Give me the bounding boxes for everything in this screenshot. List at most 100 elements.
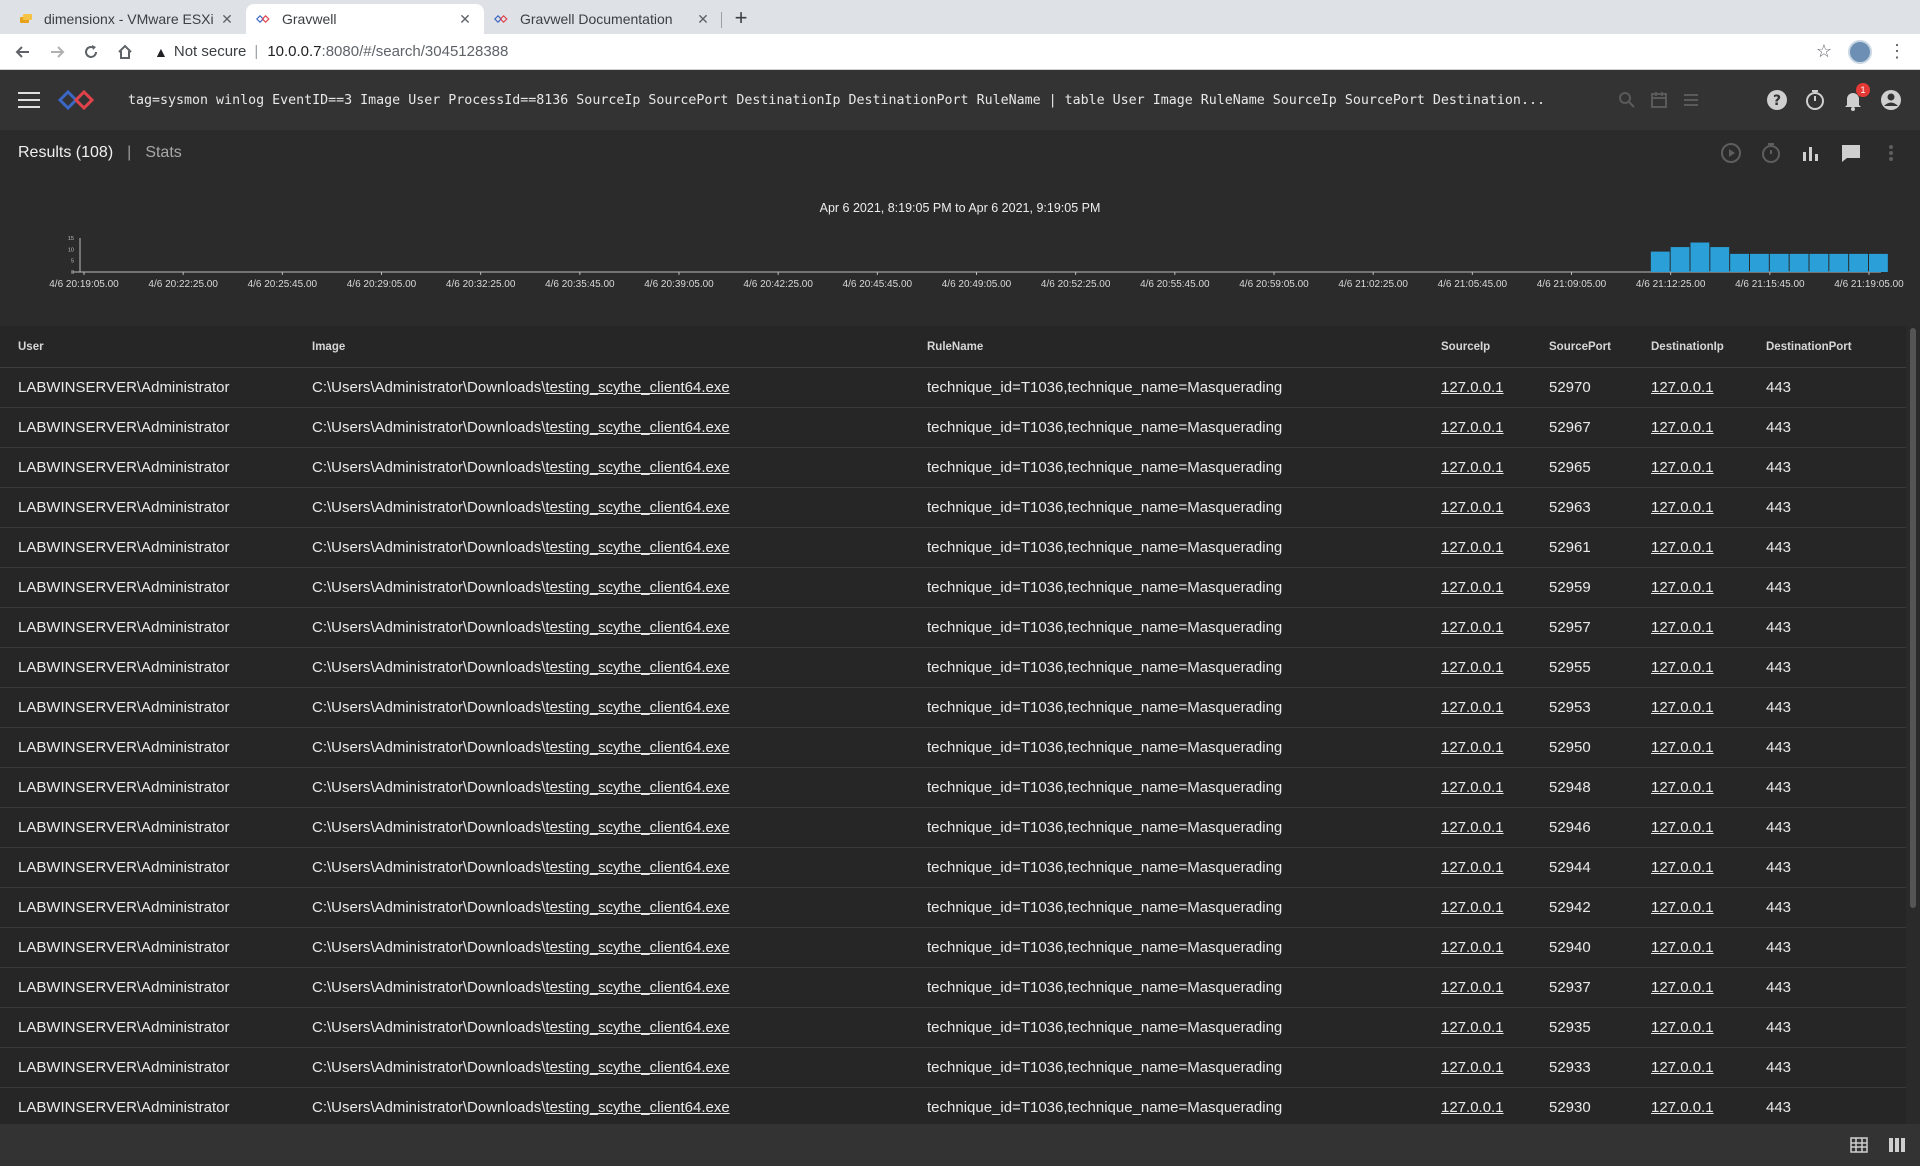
destinationip-link[interactable]: 127.0.0.1 [1651,619,1714,636]
table-row[interactable]: LABWINSERVER\Administrator C:\Users\Admin… [0,728,1906,768]
destinationip-link[interactable]: 127.0.0.1 [1651,699,1714,716]
destinationip-link[interactable]: 127.0.0.1 [1651,579,1714,596]
image-file-link[interactable]: testing_scythe_client64.exe [545,979,729,996]
column-header-sourceip[interactable]: SourceIp [1441,341,1549,353]
sourceip-link[interactable]: 127.0.0.1 [1441,539,1504,556]
sourceip-link[interactable]: 127.0.0.1 [1441,979,1504,996]
table-row[interactable]: LABWINSERVER\Administrator C:\Users\Admin… [0,488,1906,528]
table-row[interactable]: LABWINSERVER\Administrator C:\Users\Admin… [0,968,1906,1008]
sourceip-link[interactable]: 127.0.0.1 [1441,699,1504,716]
destinationip-link[interactable]: 127.0.0.1 [1651,499,1714,516]
table-row[interactable]: LABWINSERVER\Administrator C:\Users\Admin… [0,688,1906,728]
column-header-destinationip[interactable]: DestinationIp [1651,341,1766,353]
image-file-link[interactable]: testing_scythe_client64.exe [545,499,729,516]
comment-icon[interactable] [1840,142,1862,164]
image-file-link[interactable]: testing_scythe_client64.exe [545,859,729,876]
menu-icon[interactable] [18,92,40,108]
table-row[interactable]: LABWINSERVER\Administrator C:\Users\Admin… [0,448,1906,488]
new-tab-button[interactable]: + [726,4,756,34]
image-file-link[interactable]: testing_scythe_client64.exe [545,1019,729,1036]
sourceip-link[interactable]: 127.0.0.1 [1441,819,1504,836]
forward-icon[interactable] [42,37,72,67]
destinationip-link[interactable]: 127.0.0.1 [1651,1019,1714,1036]
close-tab-icon[interactable]: ✕ [218,10,236,28]
results-tab[interactable]: Results (108) [18,144,113,162]
overview-histogram[interactable]: 15 10 5 0 4/6 20:19:05.00 4/6 20:22:25.00 4/6 … [0,216,1920,316]
profile-avatar[interactable] [1848,39,1872,64]
sourceip-link[interactable]: 127.0.0.1 [1441,1019,1504,1036]
image-file-link[interactable]: testing_scythe_client64.exe [545,619,729,636]
column-view-icon[interactable] [1888,1136,1906,1154]
image-file-link[interactable]: testing_scythe_client64.exe [545,459,729,476]
sourceip-link[interactable]: 127.0.0.1 [1441,459,1504,476]
column-header-image[interactable]: Image [312,341,927,353]
play-icon[interactable] [1720,142,1742,164]
close-tab-icon[interactable]: ✕ [456,10,474,28]
sourceip-link[interactable]: 127.0.0.1 [1441,859,1504,876]
image-file-link[interactable]: testing_scythe_client64.exe [545,939,729,956]
browser-tab-gravwell[interactable]: Gravwell ✕ [246,4,484,34]
destinationip-link[interactable]: 127.0.0.1 [1651,379,1714,396]
list-icon[interactable] [1682,91,1700,109]
image-file-link[interactable]: testing_scythe_client64.exe [545,739,729,756]
image-file-link[interactable]: testing_scythe_client64.exe [545,699,729,716]
destinationip-link[interactable]: 127.0.0.1 [1651,419,1714,436]
browser-tab-docs[interactable]: Gravwell Documentation ✕ [484,4,722,34]
destinationip-link[interactable]: 127.0.0.1 [1651,779,1714,796]
destinationip-link[interactable]: 127.0.0.1 [1651,939,1714,956]
sourceip-link[interactable]: 127.0.0.1 [1441,939,1504,956]
timer-icon[interactable] [1804,89,1826,111]
column-header-destinationport[interactable]: DestinationPort [1766,341,1876,353]
table-row[interactable]: LABWINSERVER\Administrator C:\Users\Admin… [0,528,1906,568]
table-row[interactable]: LABWINSERVER\Administrator C:\Users\Admin… [0,1048,1906,1088]
destinationip-link[interactable]: 127.0.0.1 [1651,739,1714,756]
sourceip-link[interactable]: 127.0.0.1 [1441,899,1504,916]
destinationip-link[interactable]: 127.0.0.1 [1651,859,1714,876]
image-file-link[interactable]: testing_scythe_client64.exe [545,379,729,396]
column-header-rulename[interactable]: RuleName [927,341,1441,353]
more-vert-icon[interactable] [1880,142,1902,164]
url-field[interactable]: ▲ Not secure | 10.0.0.7 :8080/#/search/3… [150,37,1816,67]
table-row[interactable]: LABWINSERVER\Administrator C:\Users\Admin… [0,928,1906,968]
back-icon[interactable] [8,37,38,67]
sourceip-link[interactable]: 127.0.0.1 [1441,739,1504,756]
search-query-input[interactable]: tag=sysmon winlog EventID==3 Image User … [128,93,1558,108]
destinationip-link[interactable]: 127.0.0.1 [1651,819,1714,836]
table-row[interactable]: LABWINSERVER\Administrator C:\Users\Admin… [0,888,1906,928]
image-file-link[interactable]: testing_scythe_client64.exe [545,659,729,676]
image-file-link[interactable]: testing_scythe_client64.exe [545,539,729,556]
table-scrollbar[interactable] [1906,326,1920,1124]
table-row[interactable]: LABWINSERVER\Administrator C:\Users\Admin… [0,608,1906,648]
scrollbar-thumb[interactable] [1910,328,1916,908]
table-view-icon[interactable] [1850,1136,1868,1154]
column-header-user[interactable]: User [0,341,312,353]
destinationip-link[interactable]: 127.0.0.1 [1651,539,1714,556]
bookmark-star-icon[interactable]: ☆ [1816,41,1832,62]
sourceip-link[interactable]: 127.0.0.1 [1441,1059,1504,1076]
sourceip-link[interactable]: 127.0.0.1 [1441,1099,1504,1116]
home-icon[interactable] [110,37,140,67]
destinationip-link[interactable]: 127.0.0.1 [1651,979,1714,996]
column-header-sourceport[interactable]: SourcePort [1549,341,1651,353]
sourceip-link[interactable]: 127.0.0.1 [1441,659,1504,676]
help-icon[interactable]: ? [1766,89,1788,111]
image-file-link[interactable]: testing_scythe_client64.exe [545,779,729,796]
image-file-link[interactable]: testing_scythe_client64.exe [545,579,729,596]
sourceip-link[interactable]: 127.0.0.1 [1441,579,1504,596]
sourceip-link[interactable]: 127.0.0.1 [1441,779,1504,796]
sourceip-link[interactable]: 127.0.0.1 [1441,419,1504,436]
sourceip-link[interactable]: 127.0.0.1 [1441,619,1504,636]
table-row[interactable]: LABWINSERVER\Administrator C:\Users\Admin… [0,408,1906,448]
image-file-link[interactable]: testing_scythe_client64.exe [545,899,729,916]
reload-icon[interactable] [76,37,106,67]
destinationip-link[interactable]: 127.0.0.1 [1651,459,1714,476]
sourceip-link[interactable]: 127.0.0.1 [1441,379,1504,396]
table-row[interactable]: LABWINSERVER\Administrator C:\Users\Admin… [0,1008,1906,1048]
warning-icon[interactable]: ▲ [154,44,168,60]
calendar-icon[interactable] [1650,91,1668,109]
account-icon[interactable] [1880,89,1902,111]
image-file-link[interactable]: testing_scythe_client64.exe [545,819,729,836]
stopwatch-icon[interactable] [1760,142,1782,164]
gravwell-logo[interactable] [58,87,98,113]
browser-menu-icon[interactable]: ⋮ [1888,41,1906,62]
